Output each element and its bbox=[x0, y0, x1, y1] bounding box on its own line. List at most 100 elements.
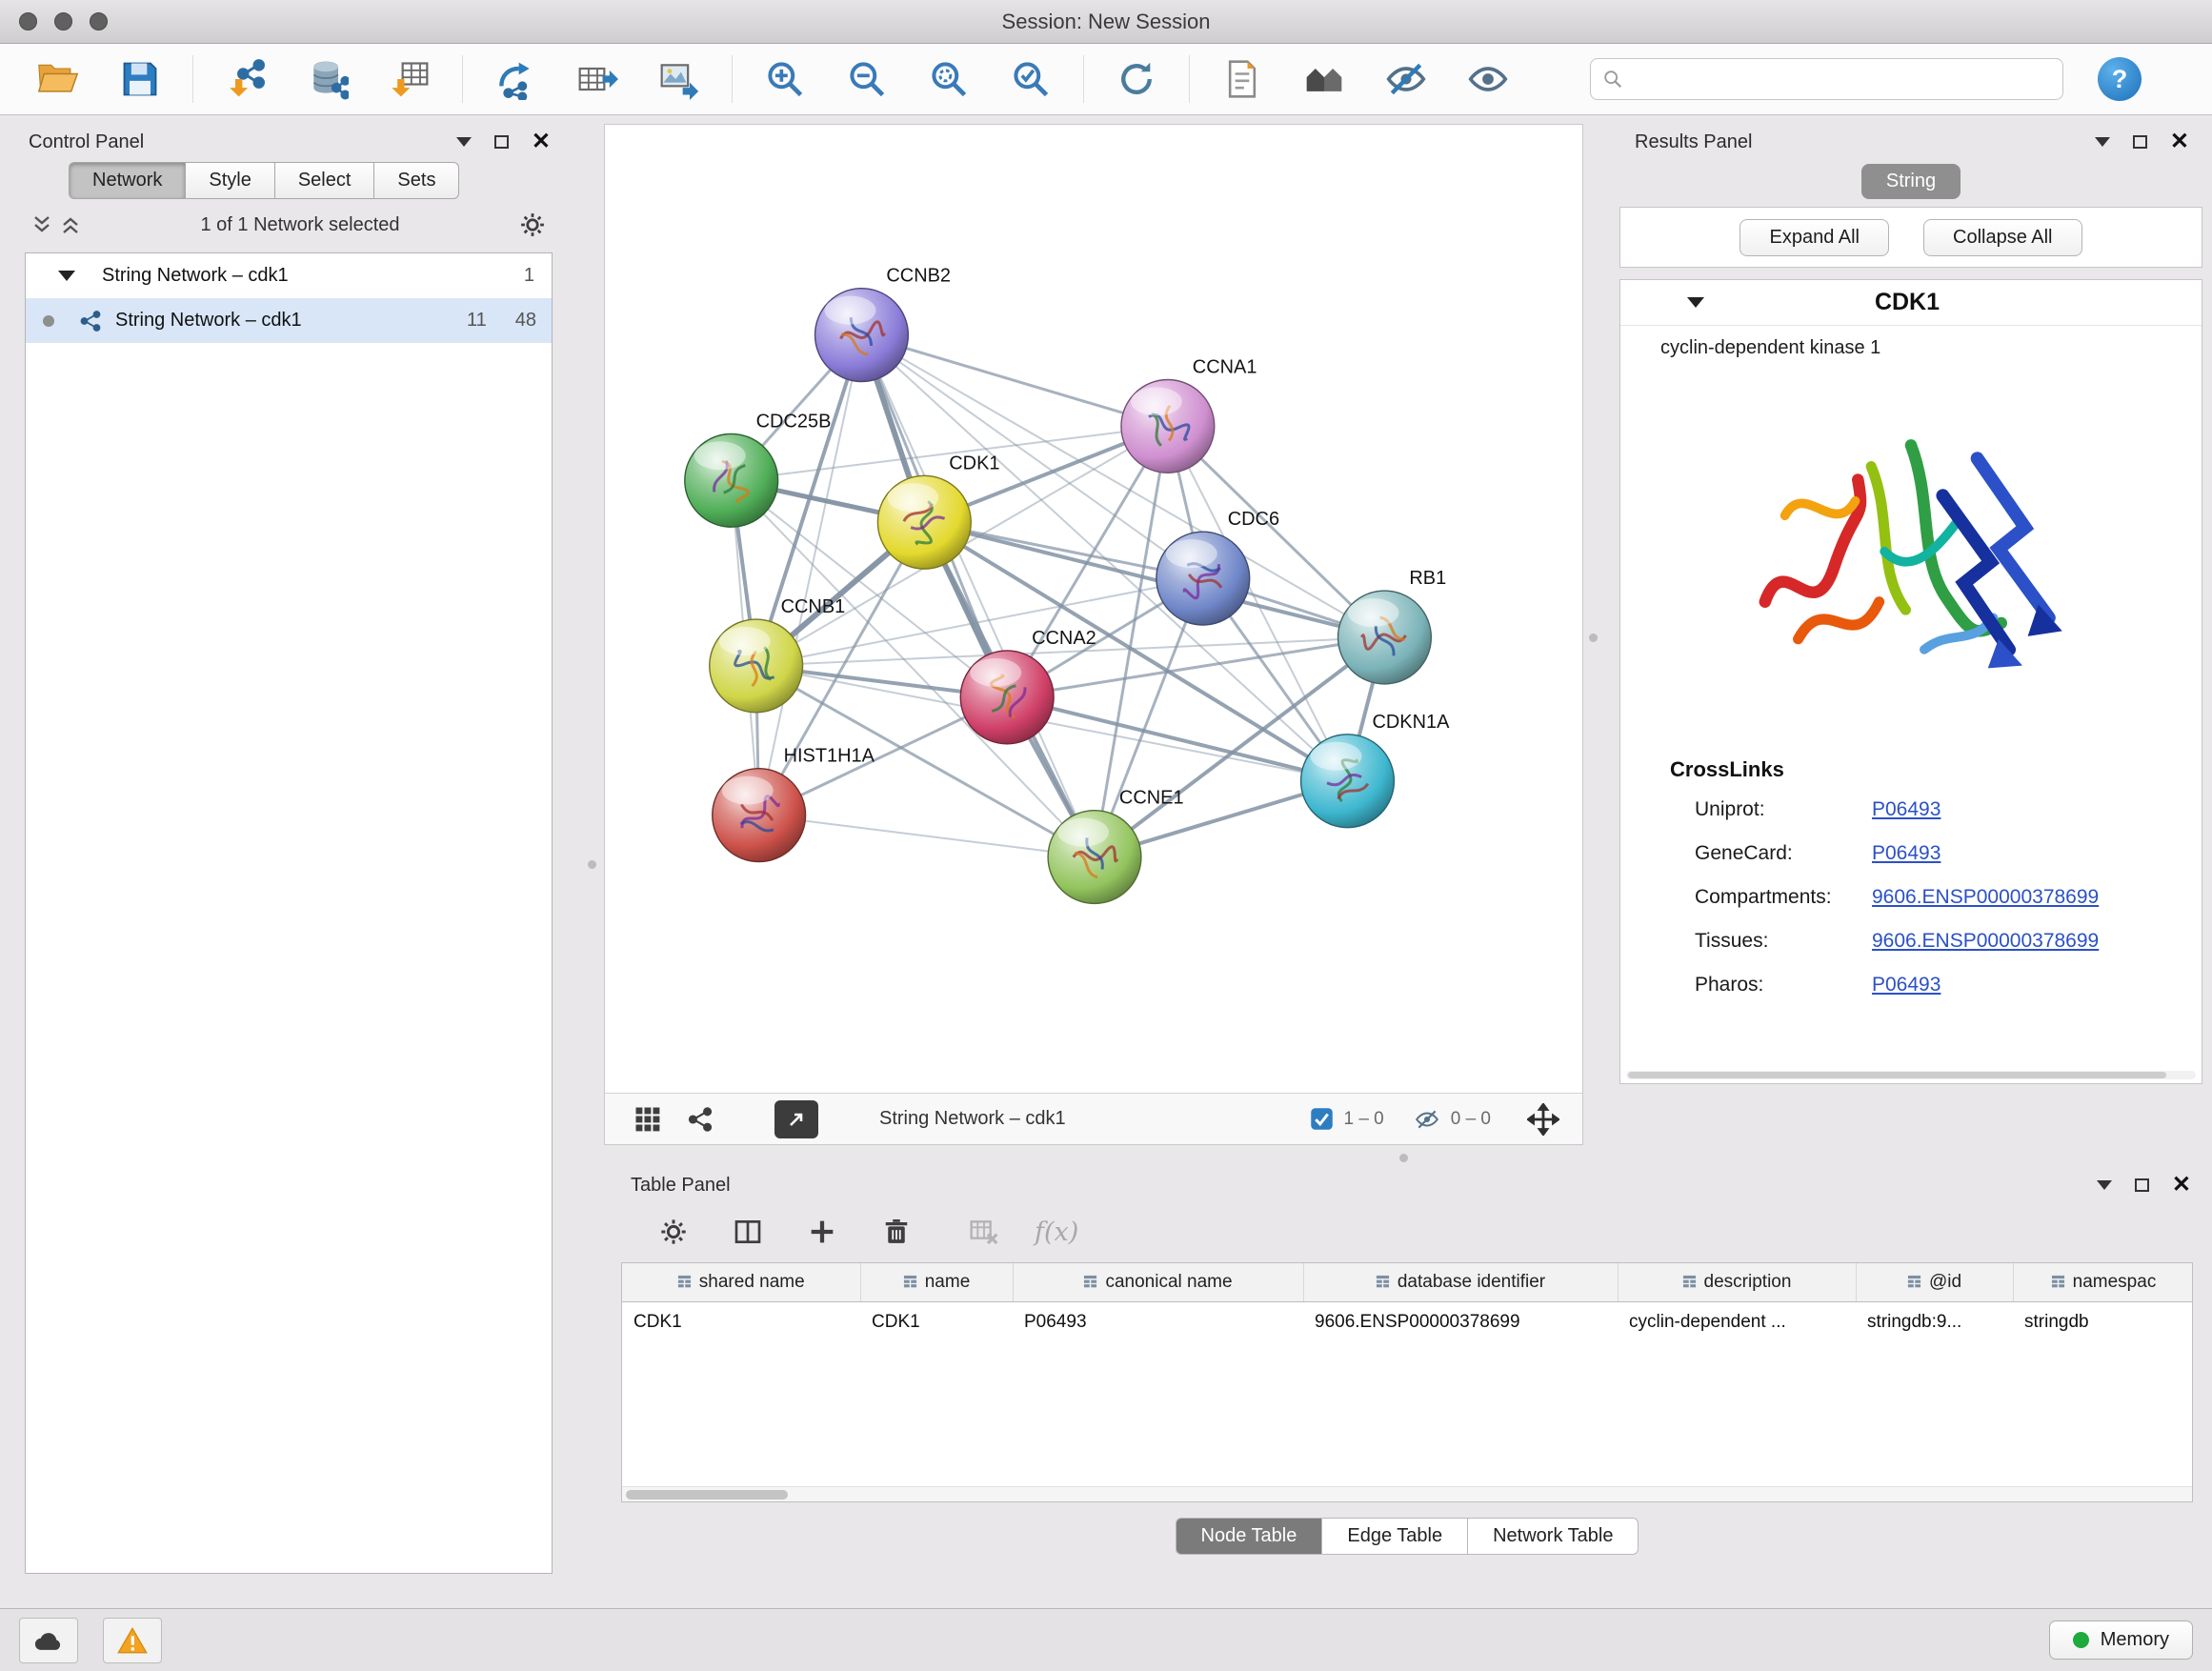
right-splitter-handle[interactable] bbox=[1589, 634, 1598, 642]
edge-HIST1H1A-CCNE1[interactable] bbox=[759, 815, 1095, 857]
table-horizontal-scrollbar[interactable] bbox=[622, 1486, 2192, 1501]
horizontal-splitter-handle[interactable] bbox=[1399, 1154, 1408, 1162]
crosslink-pharos-link[interactable]: P06493 bbox=[1872, 974, 1941, 997]
panel-close-icon[interactable]: ✕ bbox=[532, 131, 551, 153]
crosslink-genecard-link[interactable]: P06493 bbox=[1872, 842, 1941, 865]
scrollbar-thumb[interactable] bbox=[1628, 1072, 2166, 1078]
warnings-button[interactable] bbox=[103, 1618, 162, 1663]
zoom-in-button[interactable] bbox=[754, 51, 815, 107]
gear-icon[interactable] bbox=[518, 211, 547, 239]
memory-button[interactable]: Memory bbox=[2049, 1621, 2193, 1660]
panel-collapse-icon[interactable] bbox=[456, 137, 472, 147]
column-header-database-identifier[interactable]: database identifier bbox=[1303, 1263, 1618, 1301]
search-input[interactable] bbox=[1633, 69, 2051, 91]
disclosure-triangle-icon[interactable] bbox=[58, 271, 75, 281]
export-table-button[interactable] bbox=[567, 51, 628, 107]
delete-column-button[interactable] bbox=[873, 1209, 920, 1255]
import-network-from-database-button[interactable] bbox=[297, 51, 358, 107]
function-builder-button[interactable]: f(x) bbox=[1035, 1218, 1078, 1247]
collapse-all-icon[interactable] bbox=[30, 213, 53, 236]
search-box[interactable] bbox=[1590, 58, 2063, 100]
zoom-out-button[interactable] bbox=[836, 51, 897, 107]
show-graphics-details-button[interactable] bbox=[1212, 51, 1273, 107]
hidden-eye-slash-icon[interactable] bbox=[1413, 1107, 1441, 1132]
column-header--id[interactable]: @id bbox=[1856, 1263, 2013, 1301]
edge-CCNB2-HIST1H1A[interactable] bbox=[759, 335, 862, 815]
panel-close-icon[interactable]: ✕ bbox=[2172, 1174, 2191, 1197]
crosslink-compartments-link[interactable]: 9606.ENSP00000378699 bbox=[1872, 886, 2099, 909]
network-list-icon[interactable] bbox=[687, 1106, 714, 1133]
collapse-all-button[interactable]: Collapse All bbox=[1923, 219, 2082, 256]
table-cell[interactable]: P06493 bbox=[1013, 1301, 1303, 1343]
panel-close-icon[interactable]: ✕ bbox=[2170, 131, 2189, 153]
table-settings-button[interactable] bbox=[650, 1209, 697, 1255]
string-tab-badge[interactable]: String bbox=[1861, 164, 1961, 199]
edge-CCNB2-CCNA1[interactable] bbox=[861, 335, 1167, 427]
export-image-button[interactable] bbox=[649, 51, 710, 107]
tab-network[interactable]: Network bbox=[69, 162, 185, 199]
expand-all-button[interactable]: Expand All bbox=[1739, 219, 1889, 256]
node-CCNB2[interactable]: CCNB2 bbox=[815, 266, 952, 382]
left-splitter-handle[interactable] bbox=[588, 860, 596, 869]
hide-selected-button[interactable] bbox=[1376, 51, 1437, 107]
edge-CCNB2-CCNE1[interactable] bbox=[861, 335, 1095, 857]
pan-crosshair-icon[interactable] bbox=[1527, 1103, 1559, 1136]
tab-sets[interactable]: Sets bbox=[373, 162, 459, 199]
import-table-from-file-button[interactable] bbox=[379, 51, 440, 107]
node-CDC25B[interactable]: CDC25B bbox=[685, 411, 832, 527]
section-disclosure-triangle-icon[interactable] bbox=[1687, 297, 1704, 308]
gene-section-header[interactable]: CDK1 bbox=[1620, 280, 2202, 326]
close-window-button[interactable] bbox=[19, 12, 37, 30]
table-cell[interactable]: stringdb bbox=[2013, 1301, 2193, 1343]
tab-select[interactable]: Select bbox=[274, 162, 374, 199]
node-CDKN1A[interactable]: CDKN1A bbox=[1301, 712, 1450, 828]
node-CDK1[interactable]: CDK1 bbox=[877, 453, 999, 569]
fit-content-button[interactable] bbox=[918, 51, 979, 107]
column-header-shared-name[interactable]: shared name bbox=[622, 1263, 860, 1301]
network-overview-button[interactable] bbox=[1294, 51, 1355, 107]
node-CCNA1[interactable]: CCNA1 bbox=[1121, 357, 1257, 473]
expand-all-icon[interactable] bbox=[59, 213, 82, 236]
crosslink-uniprot-link[interactable]: P06493 bbox=[1872, 798, 1941, 821]
grid-view-icon[interactable] bbox=[633, 1105, 662, 1134]
selected-checkbox-icon[interactable] bbox=[1310, 1107, 1334, 1131]
help-button[interactable]: ? bbox=[2098, 57, 2142, 101]
table-cell[interactable]: 9606.ENSP00000378699 bbox=[1303, 1301, 1618, 1343]
panel-float-icon[interactable] bbox=[2135, 1178, 2149, 1192]
column-header-namespac[interactable]: namespac bbox=[2013, 1263, 2193, 1301]
apply-layout-button[interactable] bbox=[1106, 51, 1167, 107]
panel-collapse-icon[interactable] bbox=[2095, 137, 2110, 147]
tab-edge-table[interactable]: Edge Table bbox=[1321, 1518, 1467, 1555]
detach-network-button[interactable] bbox=[774, 1100, 818, 1138]
save-session-button[interactable] bbox=[110, 51, 171, 107]
tab-style[interactable]: Style bbox=[185, 162, 273, 199]
scrollbar-thumb[interactable] bbox=[626, 1490, 788, 1500]
panel-float-icon[interactable] bbox=[2133, 135, 2147, 149]
column-header-canonical-name[interactable]: canonical name bbox=[1013, 1263, 1303, 1301]
network-collection-row[interactable]: String Network – cdk1 1 bbox=[26, 253, 552, 298]
node-CCNB1[interactable]: CCNB1 bbox=[710, 596, 846, 713]
minimize-window-button[interactable] bbox=[54, 12, 72, 30]
show-all-button[interactable] bbox=[1458, 51, 1518, 107]
tab-network-table[interactable]: Network Table bbox=[1467, 1518, 1639, 1555]
import-network-from-file-button[interactable] bbox=[215, 51, 276, 107]
crosslink-tissues-link[interactable]: 9606.ENSP00000378699 bbox=[1872, 930, 2099, 953]
table-row[interactable]: CDK1CDK1P064939606.ENSP00000378699cyclin… bbox=[622, 1301, 2193, 1343]
cloud-status-button[interactable] bbox=[19, 1618, 78, 1663]
network-row-selected[interactable]: String Network – cdk1 11 48 bbox=[26, 298, 552, 343]
table-cell[interactable]: CDK1 bbox=[860, 1301, 1013, 1343]
table-cell[interactable]: CDK1 bbox=[622, 1301, 860, 1343]
zoom-selected-button[interactable] bbox=[1000, 51, 1061, 107]
panel-collapse-icon[interactable] bbox=[2097, 1180, 2112, 1190]
table-cell[interactable]: cyclin-dependent ... bbox=[1618, 1301, 1856, 1343]
column-header-name[interactable]: name bbox=[860, 1263, 1013, 1301]
zoom-window-button[interactable] bbox=[90, 12, 108, 30]
open-session-button[interactable] bbox=[28, 51, 89, 107]
node-RB1[interactable]: RB1 bbox=[1338, 568, 1447, 684]
tab-node-table[interactable]: Node Table bbox=[1176, 1518, 1322, 1555]
table-cell[interactable]: stringdb:9... bbox=[1856, 1301, 2013, 1343]
add-column-button[interactable] bbox=[798, 1209, 846, 1255]
node-HIST1H1A[interactable]: HIST1H1A bbox=[713, 746, 875, 862]
results-horizontal-scrollbar[interactable] bbox=[1626, 1071, 2196, 1079]
show-columns-button[interactable] bbox=[724, 1209, 772, 1255]
